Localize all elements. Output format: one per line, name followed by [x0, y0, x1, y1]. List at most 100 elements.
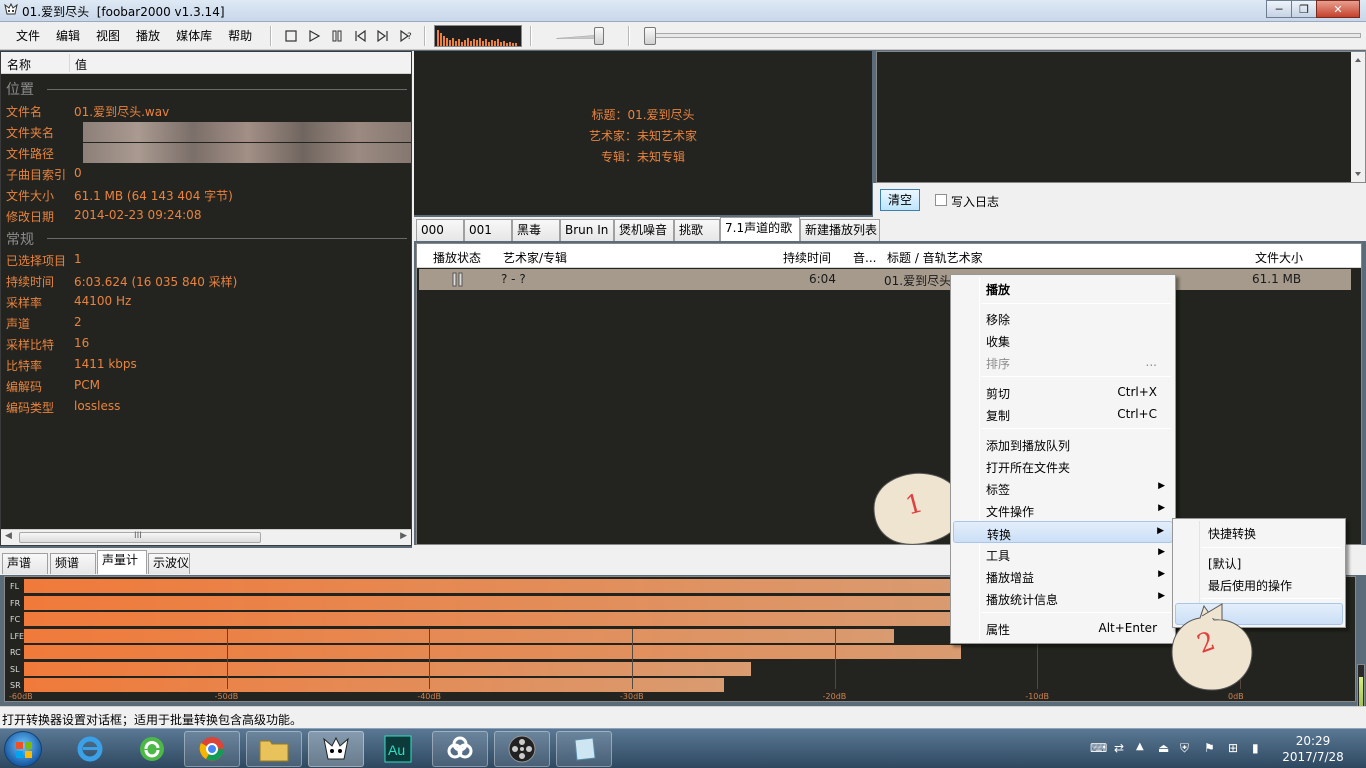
seek-bar[interactable]	[645, 33, 1361, 38]
submenu-item-quick-convert[interactable]: 快捷转换	[1175, 521, 1343, 543]
write-log-checkbox[interactable]	[935, 194, 947, 206]
properties-horizontal-scrollbar[interactable]: ◀ III ▶	[1, 529, 411, 545]
property-row[interactable]: 文件大小 61.1 MB (64 143 404 字节)	[1, 184, 411, 205]
taskbar-notes[interactable]	[556, 731, 612, 767]
menu-item-convert[interactable]: 转换 ▶	[953, 521, 1173, 543]
col-value-header[interactable]: 值	[75, 56, 87, 73]
menu-item-utilities[interactable]: 工具 ▶	[953, 543, 1173, 565]
menu-item-collect[interactable]: 收集	[953, 329, 1173, 351]
col-audio[interactable]: 音...	[853, 249, 876, 266]
property-row[interactable]: 已选择项目 1	[1, 249, 411, 270]
col-name-header[interactable]: 名称	[7, 56, 31, 73]
network-icon[interactable]: ⊞	[1228, 741, 1238, 755]
taskbar-chrome[interactable]	[184, 731, 240, 767]
menu-item-copy[interactable]: 复制 Ctrl+C	[953, 403, 1173, 425]
scroll-up-icon[interactable]	[1351, 54, 1365, 66]
next-icon	[377, 29, 388, 43]
previous-button[interactable]	[351, 27, 369, 45]
menu-item-cut[interactable]: 剪切 Ctrl+X	[953, 381, 1173, 403]
menu-edit[interactable]: 编辑	[48, 27, 88, 45]
tab-playlist-pick[interactable]: 挑歌	[674, 219, 720, 241]
play-button[interactable]	[305, 27, 323, 45]
volume-slider-thumb[interactable]	[594, 27, 604, 45]
property-row[interactable]: 编码类型 lossless	[1, 396, 411, 417]
property-row[interactable]: 比特率 1411 kbps	[1, 354, 411, 375]
seek-bar-thumb[interactable]	[644, 27, 656, 45]
property-row[interactable]: 文件名 01.爱到尽头.wav	[1, 100, 411, 121]
keyboard-icon[interactable]: ⌨	[1090, 741, 1107, 755]
menu-playback[interactable]: 播放	[128, 27, 168, 45]
menu-library[interactable]: 媒体库	[168, 27, 220, 45]
context-menu: 播放 移除 收集 排序... 剪切 Ctrl+X 复制 Ctrl+C 添加到播放队列…	[950, 274, 1176, 644]
tab-playlist-burn-noise[interactable]: 煲机噪音	[614, 219, 674, 241]
menu-file[interactable]: 文件	[8, 27, 48, 45]
tab-vu-meter[interactable]: 声量计	[97, 550, 147, 574]
taskbar-ie[interactable]	[62, 731, 118, 767]
property-row[interactable]: 采样率 44100 Hz	[1, 291, 411, 312]
col-file-size[interactable]: 文件大小	[1255, 249, 1303, 266]
col-play-status[interactable]: 播放状态	[433, 249, 481, 266]
scroll-down-icon[interactable]	[1351, 168, 1365, 180]
taskbar-baidu-cloud[interactable]	[432, 731, 488, 767]
menu-item-playback-statistics[interactable]: 播放统计信息 ▶	[953, 587, 1173, 609]
submenu-item-last-used[interactable]: 最后使用的操作	[1175, 573, 1343, 595]
vu-scale-label: -20dB	[822, 692, 847, 701]
menu-help[interactable]: 帮助	[220, 27, 260, 45]
tab-oscilloscope[interactable]: 示波仪	[148, 553, 190, 574]
scroll-right-icon[interactable]: ▶	[400, 531, 407, 541]
menu-item-play[interactable]: 播放	[953, 277, 1173, 299]
shield-icon[interactable]: ⛨	[1180, 741, 1189, 756]
scroll-thumb[interactable]: III	[19, 531, 261, 543]
col-duration[interactable]: 持续时间	[783, 249, 831, 266]
taskbar-refresh-app[interactable]	[124, 731, 180, 767]
property-row[interactable]: 编解码 PCM	[1, 375, 411, 396]
tab-playlist-heidu[interactable]: 黑毒	[512, 219, 560, 241]
random-button[interactable]: ?	[397, 27, 415, 45]
menu-item-replaygain[interactable]: 播放增益 ▶	[953, 565, 1173, 587]
language-icon[interactable]: ⇄	[1114, 741, 1124, 755]
taskbar-explorer[interactable]	[246, 731, 302, 767]
property-row[interactable]: 修改日期 2014-02-23 09:24:08	[1, 205, 411, 226]
submenu-item-default[interactable]: [默认]	[1175, 551, 1343, 573]
menu-item-add-to-queue[interactable]: 添加到播放队列	[953, 433, 1173, 455]
clear-button[interactable]: 清空	[880, 189, 920, 211]
stop-button[interactable]	[282, 27, 300, 45]
flag-icon[interactable]: ⚑	[1204, 741, 1215, 755]
playlist-row[interactable]: ? - ? 6:04 01.爱到尽头 61.1 MB	[419, 269, 1351, 290]
tab-playlist-000[interactable]: 000	[416, 219, 464, 241]
menu-item-tags[interactable]: 标签 ▶	[953, 477, 1173, 499]
console-vertical-scrollbar[interactable]	[1351, 52, 1365, 182]
pause-button[interactable]	[328, 27, 346, 45]
maximize-button[interactable]: ❐	[1291, 0, 1317, 18]
property-row[interactable]: 采样比特 16	[1, 333, 411, 354]
usb-icon[interactable]: ⏏	[1158, 741, 1169, 755]
taskbar-film-app[interactable]	[494, 731, 550, 767]
menu-item-file-operations[interactable]: 文件操作 ▶	[953, 499, 1173, 521]
taskbar-audition[interactable]: Au	[370, 731, 426, 767]
now-playing-title: 标题：01.爱到尽头	[591, 108, 695, 122]
property-row[interactable]: 子曲目索引 0	[1, 163, 411, 184]
tab-playlist-new[interactable]: 新建播放列表	[800, 219, 880, 241]
menu-item-properties[interactable]: 属性 Alt+Enter	[953, 617, 1173, 639]
property-row[interactable]: 持续时间 6:03.624 (16 035 840 采样)	[1, 270, 411, 291]
tab-spectrum[interactable]: 频谱	[50, 553, 96, 574]
col-title[interactable]: 标题 / 音轨艺术家	[887, 249, 983, 266]
menu-view[interactable]: 视图	[88, 27, 128, 45]
minimize-button[interactable]: ─	[1266, 0, 1292, 18]
close-button[interactable]: ✕	[1316, 0, 1360, 18]
menu-item-open-folder[interactable]: 打开所在文件夹	[953, 455, 1173, 477]
start-button[interactable]	[4, 731, 42, 767]
system-clock[interactable]: 20:29 2017/7/28	[1278, 733, 1348, 765]
next-button[interactable]	[374, 27, 392, 45]
tab-playlist-7-1[interactable]: 7.1声道的歌	[720, 217, 800, 241]
taskbar-foobar[interactable]	[308, 731, 364, 767]
property-row[interactable]: 声道 2	[1, 312, 411, 333]
tray-expand-icon[interactable]: ▲	[1136, 741, 1144, 752]
tab-playlist-burn-in[interactable]: Brun In	[560, 219, 614, 241]
volume-icon[interactable]: ▮	[1252, 741, 1259, 755]
col-artist-album[interactable]: 艺术家/专辑	[503, 249, 567, 266]
tab-playlist-001[interactable]: 001	[464, 219, 512, 241]
menu-item-remove[interactable]: 移除	[953, 307, 1173, 329]
scroll-left-icon[interactable]: ◀	[5, 531, 12, 541]
tab-spectrogram[interactable]: 声谱	[2, 553, 48, 574]
